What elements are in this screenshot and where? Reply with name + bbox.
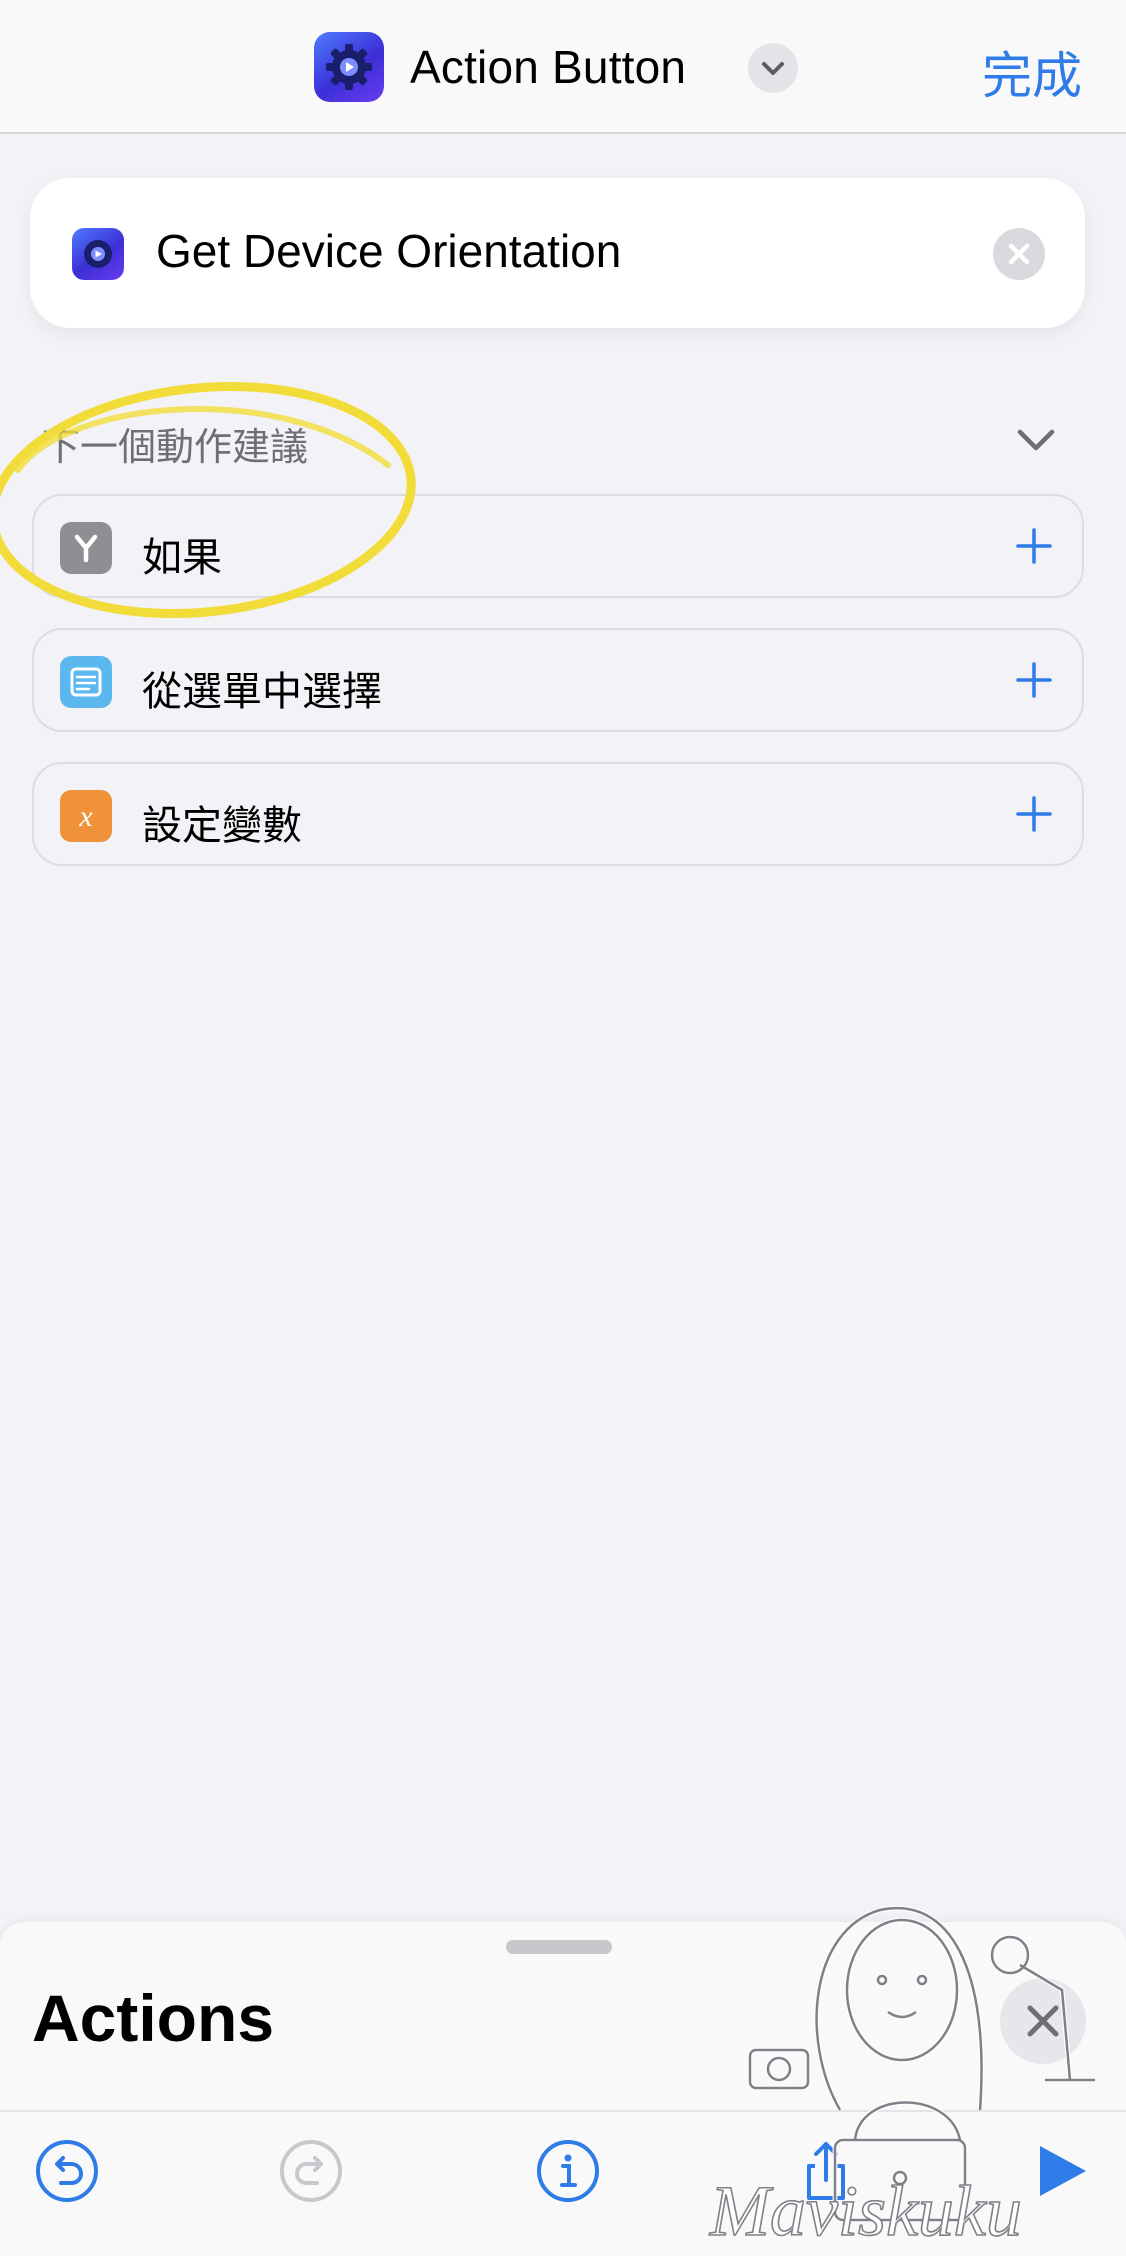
watermark-illustration: Maviskuku (708, 1905, 1095, 2250)
collapse-chevron-icon[interactable] (1014, 424, 1058, 458)
suggestion-label: 設定變數 (142, 804, 302, 848)
done-button[interactable]: 完成 (982, 36, 1082, 108)
suggestion-label: 從選單中選擇 (142, 670, 382, 714)
shortcut-title[interactable]: Action Button (410, 40, 686, 94)
watermark-signature: Maviskuku (709, 2171, 1022, 2250)
shortcut-app-icon (314, 32, 384, 102)
navigation-bar: Action Button 完成 (0, 0, 1126, 134)
suggestion-row-set-variable[interactable]: x 設定變數 (32, 762, 1084, 866)
sheet-grabber[interactable] (506, 1940, 612, 1954)
action-title: Get Device Orientation (156, 225, 622, 277)
info-icon[interactable] (535, 2138, 601, 2204)
sheet-title: Actions (32, 1981, 275, 2055)
suggestion-row-choose-from-menu[interactable]: 從選單中選擇 (32, 628, 1084, 732)
add-icon[interactable] (1014, 660, 1054, 700)
action-card[interactable]: Get Device Orientation (30, 178, 1085, 328)
variable-x-icon: x (60, 790, 112, 842)
redo-icon[interactable] (278, 2138, 344, 2204)
action-gear-icon (72, 228, 124, 280)
clear-icon[interactable] (993, 228, 1045, 280)
highlight-circle-annotation (0, 381, 416, 619)
chevron-down-icon[interactable] (748, 43, 798, 93)
menu-list-icon (60, 656, 112, 708)
svg-text:x: x (78, 800, 93, 833)
add-icon[interactable] (1014, 526, 1054, 566)
undo-icon[interactable] (34, 2138, 100, 2204)
add-icon[interactable] (1014, 794, 1054, 834)
